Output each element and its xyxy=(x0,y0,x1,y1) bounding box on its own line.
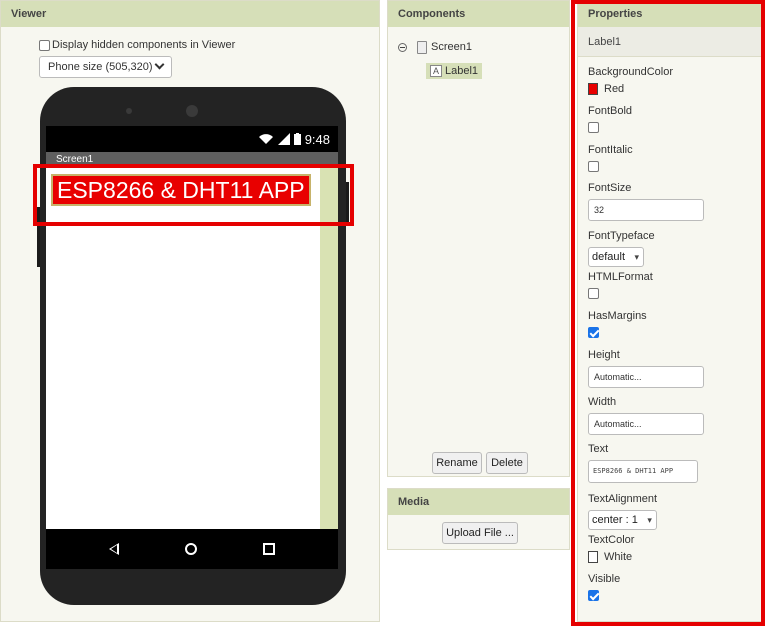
label-component-icon: A xyxy=(430,65,442,77)
tree-item-screen1-label: Screen1 xyxy=(431,41,472,53)
collapse-icon[interactable] xyxy=(398,42,407,52)
properties-highlight-box xyxy=(571,0,765,626)
phone-size-select[interactable]: Phone size (505,320) xyxy=(39,56,172,78)
phone-nav-bar xyxy=(46,529,338,569)
tree-item-screen1[interactable]: Screen1 xyxy=(398,39,482,55)
signal-icon xyxy=(277,133,290,145)
phone-camera-icon xyxy=(186,105,198,117)
label-highlight-box xyxy=(33,164,354,226)
viewer-panel: Viewer Display hidden components in View… xyxy=(0,0,380,622)
media-header: Media xyxy=(388,489,569,515)
home-icon xyxy=(185,543,197,555)
screen-icon xyxy=(417,40,427,54)
tree-item-label1[interactable]: A Label1 xyxy=(426,63,483,79)
media-panel: Media Upload File ... xyxy=(387,488,570,550)
components-header: Components xyxy=(388,1,569,27)
status-bar: 9:48 xyxy=(46,126,338,152)
chevron-down-icon xyxy=(154,59,165,70)
components-panel: Components Screen1 A Label1 Rename Delet… xyxy=(387,0,570,477)
display-hidden-components-checkbox[interactable]: Display hidden components in Viewer xyxy=(39,39,235,51)
phone-sensor-icon xyxy=(126,108,132,114)
upload-file-button[interactable]: Upload File ... xyxy=(442,522,518,544)
viewer-header: Viewer xyxy=(1,1,379,27)
checkbox-icon[interactable] xyxy=(39,39,50,51)
display-hidden-components-label: Display hidden components in Viewer xyxy=(52,39,236,51)
wifi-icon xyxy=(258,134,273,144)
status-time: 9:48 xyxy=(304,131,330,147)
tree-item-label1-label: Label1 xyxy=(445,65,479,77)
component-tree: Screen1 A Label1 xyxy=(398,39,483,79)
rename-button[interactable]: Rename xyxy=(432,452,482,474)
back-icon xyxy=(109,543,119,555)
phone-size-select-value: Phone size (505,320) xyxy=(48,61,153,73)
delete-button[interactable]: Delete xyxy=(486,452,528,474)
recent-apps-icon xyxy=(263,543,275,555)
battery-icon xyxy=(293,133,301,145)
